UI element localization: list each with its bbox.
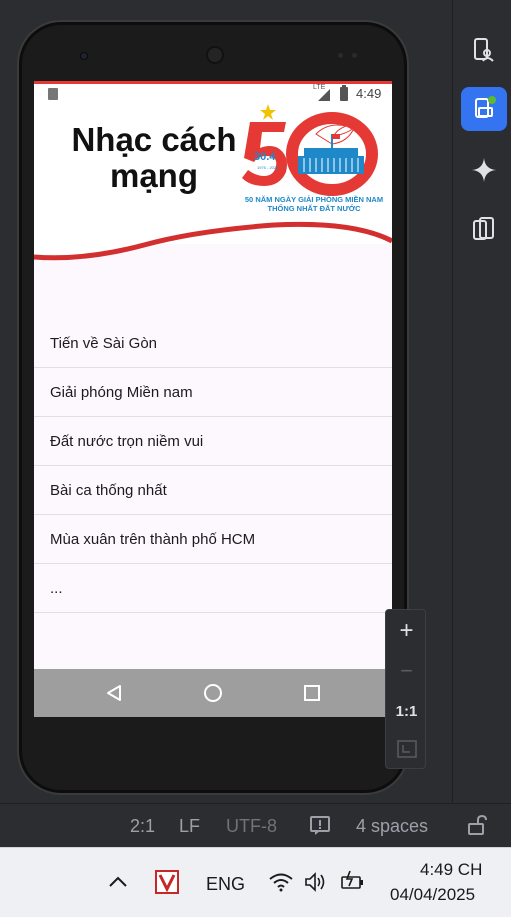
home-icon[interactable] (201, 681, 225, 705)
zoom-actual-size-button[interactable]: 1:1 (386, 692, 427, 730)
sensor (352, 53, 357, 58)
windows-taskbar: ENG 4:49 CH 04/04/2025 (0, 847, 511, 917)
unlock-icon[interactable] (466, 814, 488, 841)
wifi-icon[interactable] (268, 872, 294, 897)
indent-setting[interactable]: 4 spaces (356, 816, 428, 837)
list-item[interactable]: Tiến về Sài Gòn (34, 319, 392, 368)
list-item[interactable]: Đất nước trọn niềm vui (34, 417, 392, 466)
sensor (338, 53, 343, 58)
logo-line1: 50 NĂM NGÀY GIẢI PHÓNG MIỀN NAM (245, 194, 383, 204)
show-hidden-icons-icon[interactable] (108, 872, 128, 893)
zoom-fit-icon[interactable] (386, 730, 427, 768)
front-camera (80, 52, 88, 60)
sd-card-icon (48, 88, 58, 100)
list-item[interactable]: Mùa xuân trên thành phố HCM (34, 515, 392, 564)
anniversary-logo: 30.4 1975 - 2025 50 NĂM NGÀY GIẢI PHÓNG … (242, 104, 383, 213)
recents-icon[interactable] (300, 681, 324, 705)
input-language[interactable]: ENG (206, 874, 245, 895)
app-title: Nhạc cách mạng (71, 121, 237, 194)
zoom-in-button[interactable]: + (386, 612, 427, 650)
song-list: Tiến về Sài Gòn Giải phóng Miền nam Đất … (34, 319, 392, 613)
header-wave (34, 211, 392, 261)
logo-years: 1975 - 2025 (257, 165, 279, 170)
device-mirror-icon[interactable] (461, 207, 507, 251)
gemini-icon[interactable] (461, 148, 507, 192)
running-devices-icon[interactable] (461, 28, 507, 72)
ide-status-bar: 2:1 LF UTF-8 4 spaces (0, 803, 511, 847)
list-item[interactable]: Giải phóng Miền nam (34, 368, 392, 417)
device-manager-icon[interactable] (461, 87, 507, 131)
caret-position[interactable]: 2:1 (130, 816, 155, 837)
back-icon[interactable] (102, 681, 126, 705)
android-nav-bar (34, 669, 392, 717)
zoom-controls: + − 1:1 (385, 609, 426, 769)
taskbar-time[interactable]: 4:49 CH (420, 860, 482, 880)
logo-date: 30.4 (254, 151, 276, 163)
status-clock: 4:49 (356, 86, 382, 101)
battery-charging-icon[interactable] (340, 870, 366, 897)
list-item[interactable]: ... (34, 564, 392, 613)
antivirus-tray-icon[interactable] (155, 870, 179, 899)
zoom-out-button[interactable]: − (386, 652, 427, 690)
right-tool-window-bar (452, 0, 511, 803)
device-screen[interactable]: LTE 4:49 Nhạc cách mạng 30.4 1975 - 2025 (34, 81, 392, 717)
file-encoding[interactable]: UTF-8 (226, 816, 277, 837)
earpiece (206, 46, 224, 64)
notification-icon[interactable] (309, 814, 331, 841)
taskbar-date[interactable]: 04/04/2025 (390, 885, 475, 905)
battery-icon (340, 85, 348, 101)
line-ending[interactable]: LF (179, 816, 200, 837)
list-item[interactable]: Bài ca thống nhất (34, 466, 392, 515)
volume-icon[interactable] (304, 872, 328, 897)
